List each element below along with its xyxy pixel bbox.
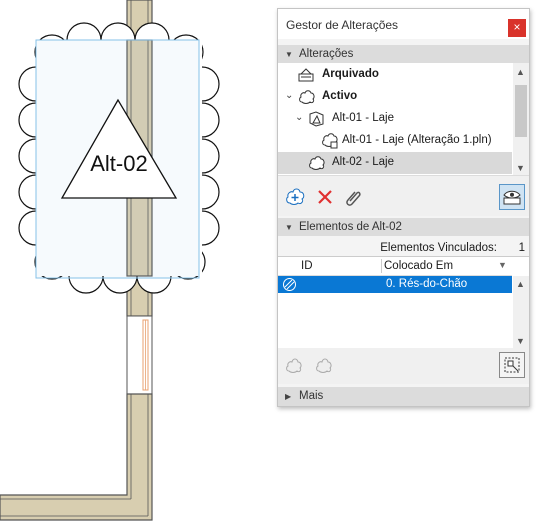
changes-tree: Arquivado ⌄ Activo ⌄ Alt-01 - Laje Alt-0… <box>278 63 529 175</box>
table-row[interactable]: 0. Rés-do-Chão <box>278 276 512 293</box>
tree-item-label: Arquivado <box>322 68 379 80</box>
linked-elements-label: Elementos Vinculados: <box>380 242 497 254</box>
show-marker-icon <box>503 190 521 205</box>
tree-item-label: Activo <box>322 90 358 102</box>
tree-item-label: Alt-02 - Laje <box>332 156 395 168</box>
tree-item-active[interactable]: ⌄ Activo <box>278 86 512 108</box>
scroll-up-icon[interactable]: ▲ <box>516 279 525 289</box>
show-marker-button[interactable] <box>499 184 525 210</box>
tree-item-alt02[interactable]: Alt-02 - Laje <box>278 152 512 174</box>
tree-item-label: Alt-01 - Laje (Alteração 1.pln) <box>342 134 492 146</box>
panel-titlebar[interactable]: Gestor de Alterações × <box>278 9 529 39</box>
collapse-triangle-icon: ▼ <box>285 223 293 232</box>
table-cell-placed: 0. Rés-do-Chão <box>386 278 468 290</box>
link-icon[interactable] <box>342 186 364 208</box>
changes-toolbar <box>278 175 529 216</box>
linked-elements-summary: Elementos Vinculados: 1 <box>278 238 529 258</box>
changes-section-label: Alterações <box>299 48 354 60</box>
change-icon <box>309 111 324 127</box>
linked-change-icon <box>322 133 338 149</box>
cloud-icon <box>309 156 325 170</box>
scroll-down-icon[interactable]: ▼ <box>516 163 525 173</box>
collapse-triangle-icon: ▼ <box>285 50 293 59</box>
panel-title: Gestor de Alterações <box>286 18 399 32</box>
zoom-to-selection-button[interactable] <box>499 352 525 378</box>
elements-toolbar <box>278 348 529 384</box>
tree-item-archived[interactable]: Arquivado <box>278 64 512 86</box>
cloud-icon <box>299 90 315 104</box>
elements-section-header[interactable]: ▼ Elementos de Alt-02 <box>278 218 529 236</box>
elements-section-label: Elementos de Alt-02 <box>299 221 402 233</box>
more-section-header[interactable]: ▶ Mais <box>278 387 529 406</box>
tree-scrollbar[interactable]: ▲ ▼ <box>513 63 529 175</box>
tree-item-alt01-file[interactable]: Alt-01 - Laje (Alteração 1.pln) <box>278 130 512 152</box>
chevron-down-icon[interactable]: ⌄ <box>285 90 293 101</box>
close-button[interactable]: × <box>508 19 526 37</box>
change-manager-panel: Gestor de Alterações × ▼ Alterações Arqu… <box>277 8 530 407</box>
column-header-placed[interactable]: Colocado Em <box>384 260 453 272</box>
add-change-icon[interactable] <box>284 186 306 208</box>
change-marker-label: Alt-02 <box>90 151 147 176</box>
expand-triangle-icon: ▶ <box>285 392 292 401</box>
zoom-to-selection-icon <box>504 357 520 373</box>
lower-wall <box>0 393 153 521</box>
linked-elements-count: 1 <box>518 242 525 254</box>
archive-icon <box>298 68 314 82</box>
delete-icon[interactable] <box>314 186 336 208</box>
table-header: ID Colocado Em ▼ <box>278 257 512 276</box>
chevron-down-icon[interactable]: ⌄ <box>295 112 303 123</box>
changes-section-header[interactable]: ▼ Alterações <box>278 45 529 63</box>
column-separator[interactable] <box>381 259 382 273</box>
scroll-up-icon[interactable]: ▲ <box>516 67 525 77</box>
remove-elements-icon[interactable] <box>314 357 334 375</box>
tree-item-label: Alt-01 - Laje <box>332 112 395 124</box>
more-section-label: Mais <box>299 390 324 402</box>
scroll-down-icon[interactable]: ▼ <box>516 336 525 346</box>
scroll-thumb[interactable] <box>515 85 527 137</box>
chevron-down-icon[interactable]: ▼ <box>498 260 507 270</box>
elements-table: ID Colocado Em ▼ 0. Rés-do-Chão ▲ ▼ <box>278 256 529 349</box>
slab-icon <box>283 278 296 291</box>
tree-item-alt01[interactable]: ⌄ Alt-01 - Laje <box>278 108 512 130</box>
select-elements-icon[interactable] <box>284 357 304 375</box>
table-scrollbar[interactable]: ▲ ▼ <box>513 276 529 349</box>
column-header-id[interactable]: ID <box>301 260 313 272</box>
